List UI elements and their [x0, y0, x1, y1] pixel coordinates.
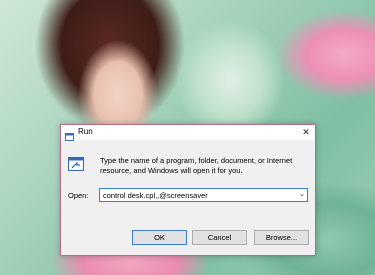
run-icon: [65, 128, 74, 141]
dialog-content: Type the name of a program, folder, docu…: [61, 140, 315, 255]
run-dialog: Run ✕ Type the name of a program, folder…: [60, 124, 316, 256]
dialog-title: Run: [78, 127, 93, 136]
chevron-down-icon[interactable]: ⌄: [299, 190, 305, 198]
cancel-button[interactable]: Cancel: [192, 230, 247, 245]
instruction-text: Type the name of a program, folder, docu…: [100, 156, 293, 175]
ok-button[interactable]: OK: [132, 230, 187, 245]
run-app-icon: [68, 157, 84, 171]
open-input-value[interactable]: control desk.cpl,,@screensaver: [103, 191, 208, 200]
open-combobox[interactable]: control desk.cpl,,@screensaver ⌄: [99, 188, 308, 202]
close-button[interactable]: ✕: [300, 126, 312, 138]
open-label: Open:: [68, 191, 89, 200]
browse-button[interactable]: Browse...: [254, 230, 309, 245]
title-bar[interactable]: Run ✕: [61, 125, 315, 141]
